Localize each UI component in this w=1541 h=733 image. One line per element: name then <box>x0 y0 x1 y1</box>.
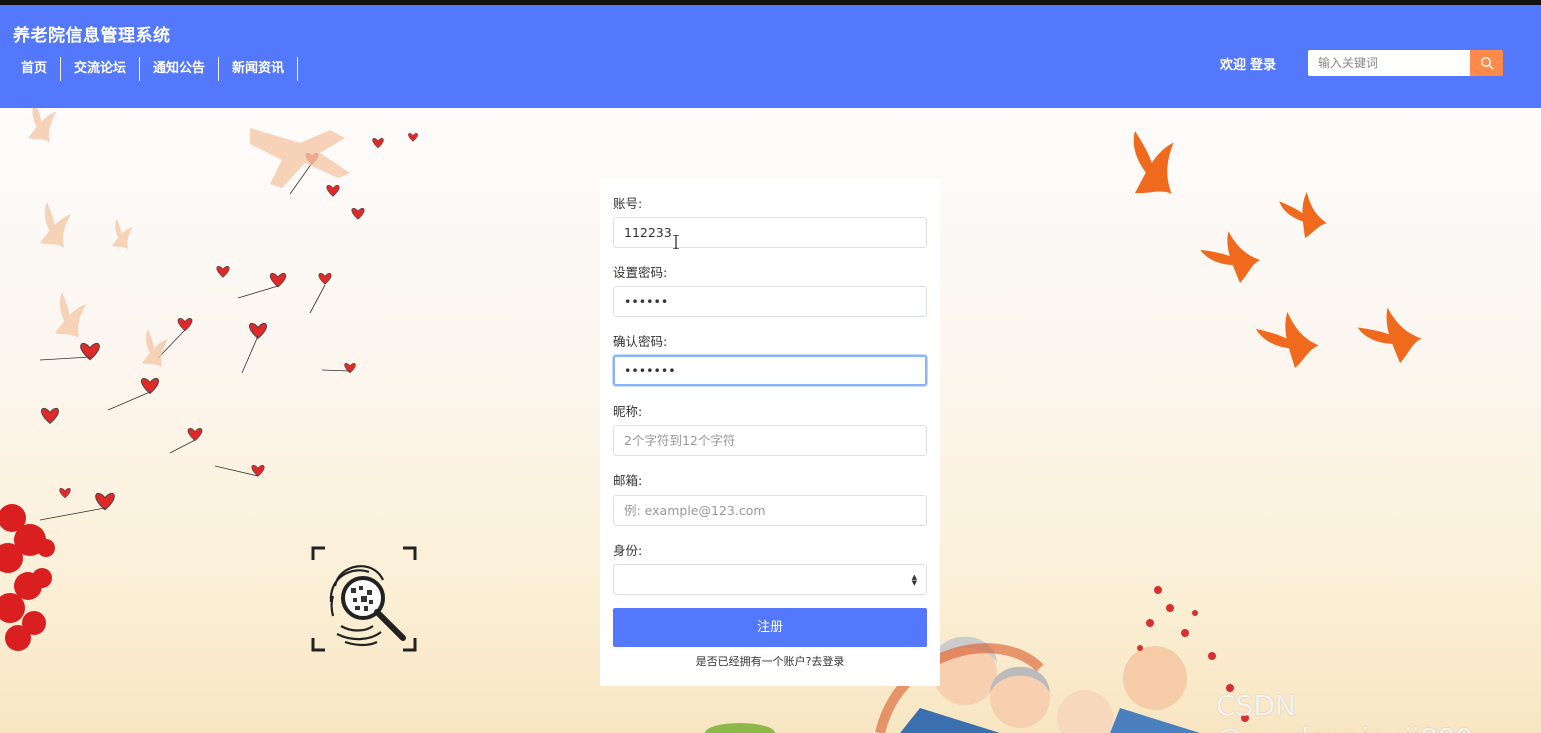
nav-item-news[interactable]: 新闻资讯 <box>219 57 299 81</box>
password-input[interactable]: •••••• <box>613 286 927 317</box>
fingerprint-scan-icon <box>311 546 417 652</box>
nav-item-notice[interactable]: 通知公告 <box>140 57 220 81</box>
nav-item-home[interactable]: 首页 <box>8 57 62 81</box>
nickname-input[interactable]: 2个字符到12个字符 <box>613 425 927 456</box>
role-select[interactable]: ▲ ▼ <box>613 564 927 595</box>
go-login-link[interactable]: 是否已经拥有一个账户?去登录 <box>600 653 940 669</box>
welcome-text: 欢迎 <box>1220 58 1247 73</box>
account-input[interactable]: 112233 <box>613 217 927 248</box>
account-label: 账号: <box>613 196 643 211</box>
text-cursor-icon <box>673 235 679 249</box>
register-button[interactable]: 注册 <box>613 608 927 647</box>
login-link[interactable]: 登录 <box>1250 54 1276 73</box>
select-arrows-icon: ▲ ▼ <box>911 573 917 587</box>
header-user-links: 欢迎 登录 <box>1220 54 1276 73</box>
search-button[interactable] <box>1470 50 1503 76</box>
main-nav: 首页 交流论坛 通知公告 新闻资讯 <box>8 57 299 81</box>
search-box <box>1308 50 1503 76</box>
email-input[interactable]: 例: example@123.com <box>613 495 927 526</box>
role-label: 身份: <box>613 543 643 558</box>
confirm-password-label: 确认密码: <box>613 334 668 349</box>
email-label: 邮箱: <box>613 473 643 488</box>
confirm-password-input[interactable]: ••••••• <box>613 355 927 386</box>
search-icon <box>1480 56 1494 70</box>
password-label: 设置密码: <box>613 265 668 280</box>
site-title: 养老院信息管理系统 <box>13 26 171 46</box>
search-input[interactable] <box>1308 50 1470 76</box>
register-form: 账号: 112233 设置密码: •••••• 确认密码: ••••••• 昵称… <box>600 179 940 686</box>
header: 养老院信息管理系统 首页 交流论坛 通知公告 新闻资讯 欢迎 登录 <box>0 5 1541 108</box>
nickname-label: 昵称: <box>613 404 643 419</box>
nav-item-forum[interactable]: 交流论坛 <box>61 57 141 81</box>
watermark: CSDN @vx_danpianji889 <box>1216 689 1473 733</box>
